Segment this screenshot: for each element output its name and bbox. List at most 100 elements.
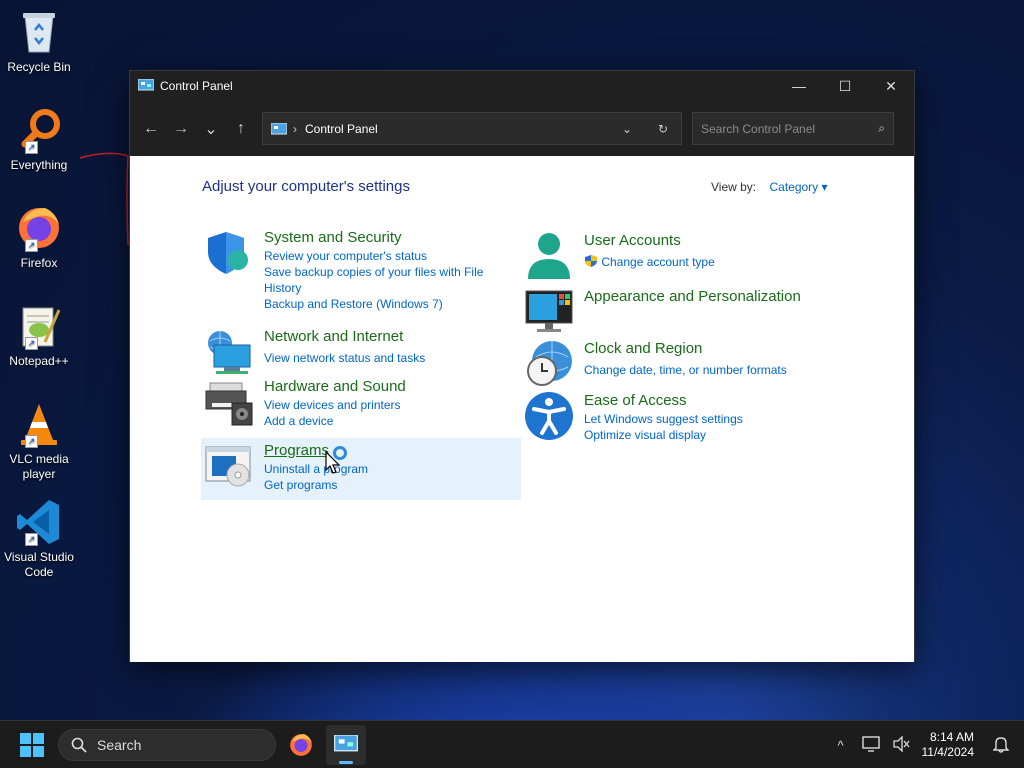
show-hidden-icons-button[interactable]: ^: [826, 738, 856, 753]
category-user-accounts: User Accounts Change account type: [524, 231, 715, 281]
shortcut-arrow-icon: ↗: [25, 435, 38, 448]
desktop-icon-vscode[interactable]: ↗ Visual Studio Code: [4, 498, 74, 580]
view-by: View by: Category ▾: [711, 180, 828, 194]
desktop-icon-vlc[interactable]: ↗ VLC media player: [4, 400, 74, 482]
page-title: Adjust your computer's settings: [202, 178, 410, 195]
taskbar-firefox[interactable]: [281, 725, 321, 765]
shortcut-arrow-icon: ↗: [25, 141, 38, 154]
desktop-icon-notepad-plus-plus[interactable]: ↗ Notepad++: [4, 302, 74, 369]
address-bar[interactable]: › Control Panel ⌄ ↻: [262, 112, 682, 145]
link-change-account-type[interactable]: Change account type: [584, 254, 715, 270]
uac-shield-icon: [585, 255, 597, 267]
vscode-icon: ↗: [15, 498, 63, 546]
breadcrumb-control-panel[interactable]: Control Panel: [305, 122, 378, 136]
category-title[interactable]: Appearance and Personalization: [584, 287, 801, 307]
navigation-bar: ← → ⌄ ↑ › Control Panel ⌄ ↻ ⌕: [130, 101, 914, 156]
link-devices-printers[interactable]: View devices and printers: [264, 397, 406, 413]
category-title[interactable]: System and Security: [264, 228, 494, 248]
desktop-icon-label: Visual Studio Code: [4, 550, 74, 579]
category-hardware-and-sound: Hardware and Sound View devices and prin…: [204, 377, 406, 429]
desktop-icon-recycle-bin[interactable]: Recycle Bin: [4, 8, 74, 75]
link-add-device[interactable]: Add a device: [264, 413, 406, 429]
search-icon: [71, 737, 87, 753]
minimize-button[interactable]: —: [776, 71, 822, 101]
shortcut-arrow-icon: ↗: [25, 337, 38, 350]
recent-locations-button[interactable]: ⌄: [196, 114, 226, 144]
desktop-icon-label: Firefox: [20, 256, 58, 270]
clock-globe-icon: [527, 341, 572, 386]
link-file-history[interactable]: Save backup copies of your files with Fi…: [264, 264, 494, 296]
desktop-icon-everything[interactable]: ↗ Everything: [4, 106, 74, 173]
clock[interactable]: 8:14 AM 11/4/2024: [922, 730, 975, 760]
link-review-status[interactable]: Review your computer's status: [264, 248, 494, 264]
taskbar: Search ^ 8:14 AM 11/4/2024: [0, 720, 1024, 768]
title-bar[interactable]: Control Panel — ☐ ✕: [130, 71, 914, 101]
search-icon[interactable]: ⌕: [878, 121, 885, 136]
taskbar-search-label: Search: [97, 736, 142, 753]
firefox-icon: ↗: [15, 204, 63, 252]
system-tray: ^ 8:14 AM 11/4/2024: [826, 721, 1024, 768]
link-backup-restore[interactable]: Backup and Restore (Windows 7): [264, 296, 494, 312]
search-input[interactable]: [701, 121, 879, 136]
desktop-icon-label: Notepad++: [9, 354, 69, 368]
category-appearance-personalization: Appearance and Personalization: [524, 287, 801, 337]
control-panel-app-icon: [334, 734, 358, 751]
maximize-button[interactable]: ☐: [822, 71, 868, 101]
user-icon: [528, 233, 570, 279]
desktop-icon-label: VLC media player: [9, 452, 69, 481]
shortcut-arrow-icon: ↗: [25, 239, 38, 252]
link-label: Change account type: [601, 255, 715, 269]
monitor-palette-icon: [525, 290, 573, 332]
forward-button[interactable]: →: [166, 114, 196, 144]
control-panel-app-icon: [138, 79, 154, 91]
link-get-programs[interactable]: Get programs: [264, 477, 368, 493]
desktop-icon-label: Recycle Bin: [7, 60, 71, 74]
clock-time: 8:14 AM: [929, 730, 974, 744]
desktop-icon-label: Everything: [10, 158, 68, 172]
address-dropdown-button[interactable]: ⌄: [609, 122, 645, 136]
firefox-icon: [290, 733, 312, 756]
volume-muted-icon[interactable]: [886, 734, 916, 755]
notepad-plus-plus-icon: ↗: [15, 302, 63, 350]
taskbar-control-panel[interactable]: [326, 724, 366, 765]
start-button[interactable]: [10, 723, 54, 767]
windows-logo-icon: [20, 732, 44, 757]
up-button[interactable]: ↑: [226, 114, 256, 144]
category-title[interactable]: User Accounts: [584, 231, 715, 251]
network-globe-icon: [208, 331, 251, 374]
refresh-button[interactable]: ↻: [645, 122, 681, 136]
close-button[interactable]: ✕: [868, 71, 914, 101]
category-title[interactable]: Clock and Region: [584, 339, 787, 359]
category-system-and-security: System and Security Review your computer…: [204, 228, 494, 312]
shortcut-arrow-icon: ↗: [25, 533, 38, 546]
category-network-and-internet: Network and Internet View network status…: [204, 327, 425, 377]
view-by-dropdown[interactable]: Category ▾: [769, 180, 827, 194]
desktop-icon-firefox[interactable]: ↗ Firefox: [4, 204, 74, 271]
window-title: Control Panel: [160, 79, 233, 93]
notification-bell-icon[interactable]: [986, 735, 1016, 756]
network-icon[interactable]: [856, 735, 886, 755]
breadcrumb-separator: ›: [293, 121, 297, 136]
back-button[interactable]: ←: [136, 114, 166, 144]
taskbar-search[interactable]: Search: [58, 728, 276, 761]
link-optimize-visual-display[interactable]: Optimize visual display: [584, 427, 743, 443]
clock-date: 11/4/2024: [921, 745, 975, 759]
recycle-bin-icon: [15, 8, 63, 56]
accessibility-icon: [525, 392, 573, 440]
active-app-indicator: [339, 760, 353, 764]
category-title[interactable]: Ease of Access: [584, 391, 743, 411]
category-title[interactable]: Hardware and Sound: [264, 377, 406, 397]
programs-icon: [205, 446, 251, 487]
everything-search-icon: ↗: [15, 106, 63, 154]
link-date-time-formats[interactable]: Change date, time, or number formats: [584, 362, 787, 378]
link-network-status[interactable]: View network status and tasks: [264, 350, 425, 366]
search-control-panel[interactable]: ⌕: [692, 112, 894, 145]
link-windows-suggest-settings[interactable]: Let Windows suggest settings: [584, 411, 743, 427]
category-title[interactable]: Network and Internet: [264, 327, 425, 347]
control-panel-crumb-icon: [271, 122, 287, 134]
control-panel-window: Control Panel — ☐ ✕ ← → ⌄ ↑ › Control Pa…: [129, 70, 915, 662]
shield-icon: [208, 232, 248, 274]
category-ease-of-access: Ease of Access Let Windows suggest setti…: [524, 391, 743, 443]
mouse-cursor-busy-icon: [325, 446, 347, 474]
vlc-cone-icon: ↗: [15, 400, 63, 448]
